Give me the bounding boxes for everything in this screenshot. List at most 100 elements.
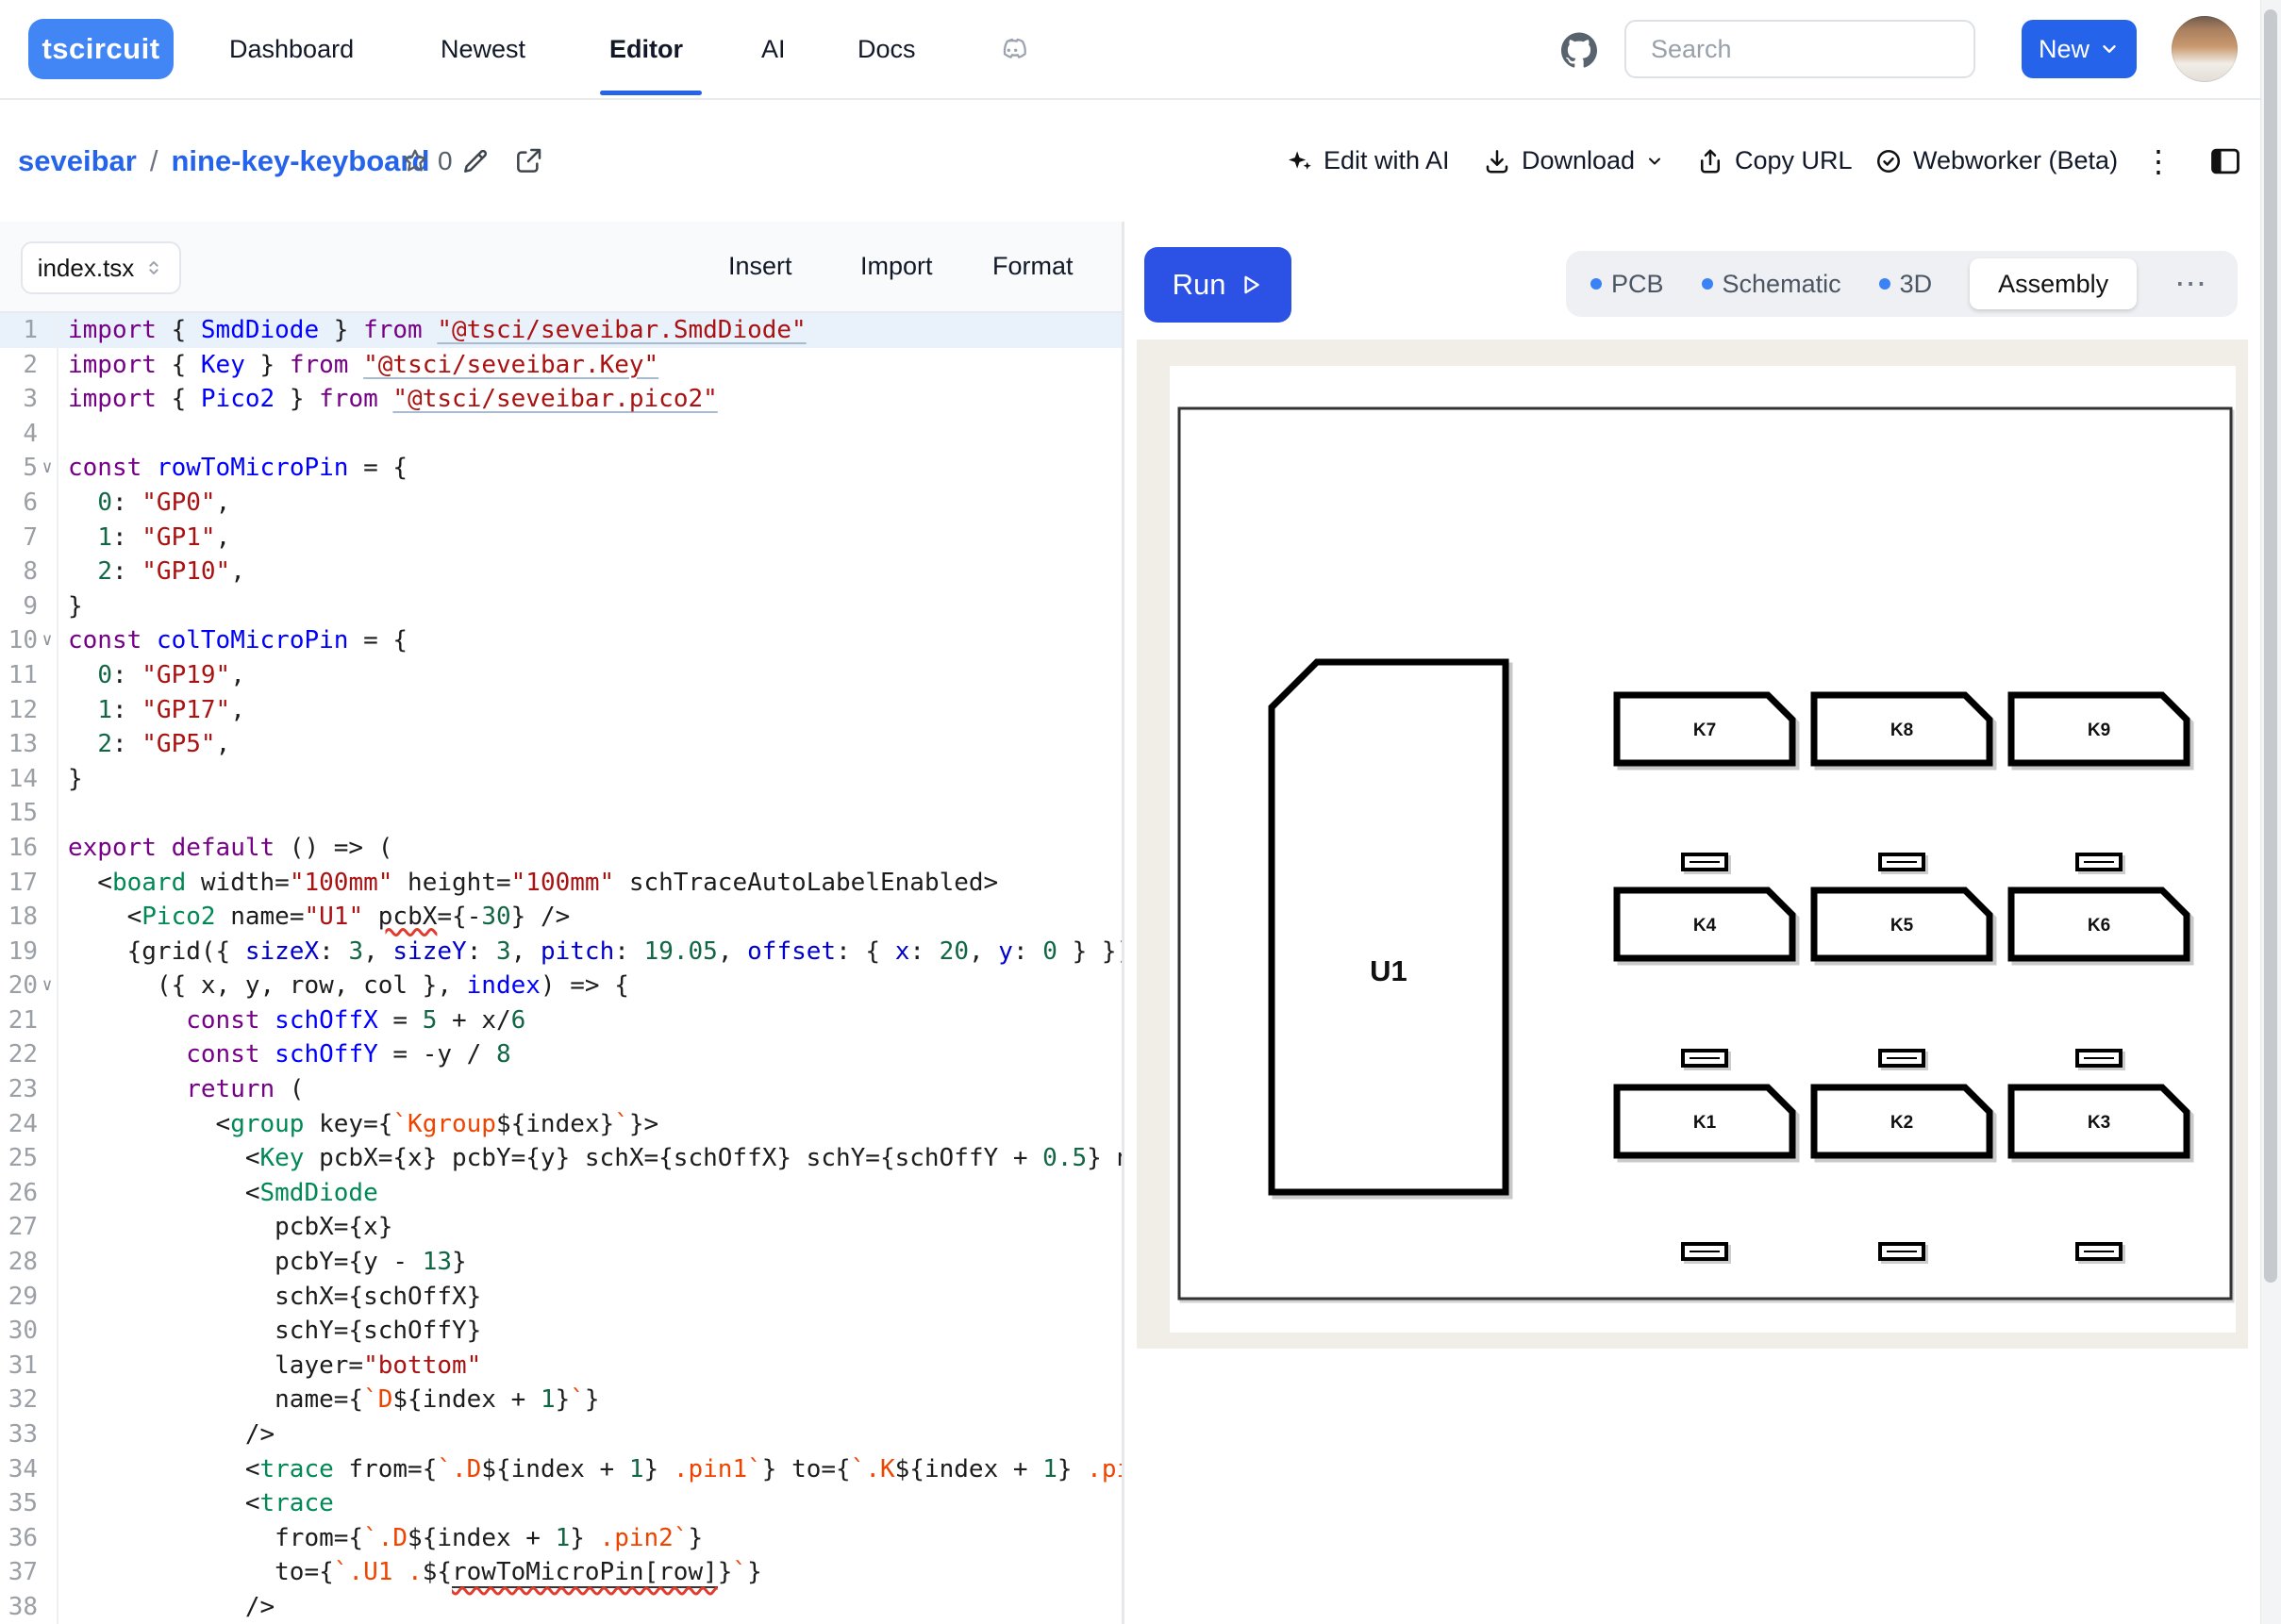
- run-button[interactable]: Run: [1144, 247, 1291, 323]
- edit-with-ai-label: Edit with AI: [1324, 146, 1450, 175]
- code-line[interactable]: 22 const schOffY = -y / 8: [0, 1037, 1122, 1072]
- code-line[interactable]: 12 1: "GP17",: [0, 693, 1122, 728]
- code-line[interactable]: 9}: [0, 589, 1122, 624]
- page-scrollbar-thumb[interactable]: [2264, 9, 2277, 1283]
- key-k3[interactable]: K3: [2011, 1087, 2187, 1155]
- code-line[interactable]: 27 pcbX={x}: [0, 1210, 1122, 1245]
- diode-d4[interactable]: [1683, 1051, 1726, 1066]
- code-line[interactable]: 2import { Key } from "@tsci/seveibar.Key…: [0, 348, 1122, 383]
- menu-import[interactable]: Import: [860, 222, 933, 311]
- key-k6[interactable]: K6: [2011, 890, 2187, 958]
- code-line[interactable]: 14}: [0, 762, 1122, 797]
- key-k9[interactable]: K9: [2011, 695, 2187, 763]
- component-u1[interactable]: U1: [1272, 662, 1506, 1192]
- edit-with-ai-button[interactable]: Edit with AI: [1285, 100, 1450, 222]
- code-line[interactable]: 6 0: "GP0",: [0, 486, 1122, 521]
- code-line[interactable]: 31 layer="bottom": [0, 1349, 1122, 1384]
- code-line[interactable]: 13 2: "GP5",: [0, 727, 1122, 762]
- key-k8[interactable]: K8: [1814, 695, 1990, 763]
- diode-d7[interactable]: [1683, 854, 1726, 870]
- code-line[interactable]: 24 <group key={`Kgroup${index}`}>: [0, 1107, 1122, 1142]
- chevron-down-icon: [1645, 152, 1664, 171]
- diode-d5[interactable]: [1880, 1051, 1923, 1066]
- code-line[interactable]: 33 />: [0, 1417, 1122, 1452]
- rename-button[interactable]: [460, 100, 491, 222]
- tscircuit-logo[interactable]: tscircuit: [28, 19, 174, 79]
- discord-icon[interactable]: [996, 34, 1028, 66]
- chevron-down-icon: [2099, 39, 2120, 59]
- download-button[interactable]: Download: [1483, 100, 1664, 222]
- nav-item-newest[interactable]: Newest: [441, 0, 525, 98]
- code-line[interactable]: 11 0: "GP19",: [0, 658, 1122, 693]
- code-line[interactable]: 35 <trace: [0, 1486, 1122, 1521]
- tab-assembly[interactable]: Assembly: [1970, 258, 2137, 309]
- more-views-icon[interactable]: [2174, 251, 2206, 317]
- key-k1[interactable]: K1: [1617, 1087, 1792, 1155]
- code-line[interactable]: 28 pcbY={y - 13}: [0, 1245, 1122, 1280]
- code-line[interactable]: 7 1: "GP1",: [0, 521, 1122, 555]
- download-label: Download: [1522, 146, 1635, 175]
- code-line[interactable]: 4: [0, 417, 1122, 452]
- search-input[interactable]: [1626, 22, 1973, 76]
- code-line[interactable]: 29 schX={schOffX}: [0, 1280, 1122, 1315]
- share-button[interactable]: [513, 100, 543, 222]
- new-button[interactable]: New: [2022, 20, 2137, 78]
- code-editor[interactable]: 1import { SmdDiode } from "@tsci/seveiba…: [0, 313, 1122, 1624]
- code-line[interactable]: 15: [0, 796, 1122, 831]
- nav-item-ai[interactable]: AI: [761, 0, 786, 98]
- diode-d3[interactable]: [2077, 1244, 2121, 1259]
- code-line[interactable]: 37 to={`.U1 .${rowToMicroPin[row]}`}: [0, 1555, 1122, 1590]
- diode-d2[interactable]: [1880, 1244, 1923, 1259]
- key-label: K8: [1890, 721, 1913, 740]
- code-line[interactable]: 16export default () => (: [0, 831, 1122, 866]
- code-line[interactable]: 32 name={`D${index + 1}`}: [0, 1383, 1122, 1417]
- code-line[interactable]: 1import { SmdDiode } from "@tsci/seveiba…: [0, 313, 1122, 348]
- more-actions-menu[interactable]: [2143, 100, 2173, 222]
- tab-3d[interactable]: 3D: [1879, 270, 1933, 299]
- diode-d1[interactable]: [1683, 1244, 1726, 1259]
- diode-d8[interactable]: [1880, 854, 1923, 870]
- key-k5[interactable]: K5: [1814, 890, 1990, 958]
- file-selector-label: index.tsx: [38, 254, 135, 283]
- github-icon[interactable]: [1561, 32, 1597, 68]
- menu-format[interactable]: Format: [992, 222, 1074, 311]
- code-line[interactable]: 34 <trace from={`.D${index + 1} .pin1`} …: [0, 1452, 1122, 1487]
- code-line[interactable]: 8 2: "GP10",: [0, 555, 1122, 589]
- copy-url-button[interactable]: Copy URL: [1696, 100, 1853, 222]
- page-scrollbar-track[interactable]: [2260, 0, 2281, 1624]
- user-avatar[interactable]: [2172, 16, 2238, 82]
- nav-item-dashboard[interactable]: Dashboard: [229, 0, 354, 98]
- menu-insert[interactable]: Insert: [728, 222, 792, 311]
- code-line[interactable]: 36 from={`.D${index + 1} .pin2`}: [0, 1521, 1122, 1556]
- key-k7[interactable]: K7: [1617, 695, 1792, 763]
- breadcrumb-owner-link[interactable]: seveibar: [18, 144, 137, 178]
- code-line[interactable]: 23 return (: [0, 1072, 1122, 1107]
- breadcrumb-package-link[interactable]: nine-key-keyboard: [171, 144, 429, 178]
- tab-pcb[interactable]: PCB: [1590, 270, 1664, 299]
- diode-d9[interactable]: [2077, 854, 2121, 870]
- key-k4[interactable]: K4: [1617, 890, 1792, 958]
- key-k2[interactable]: K2: [1814, 1087, 1990, 1155]
- code-line[interactable]: 19 {grid({ sizeX: 3, sizeY: 3, pitch: 19…: [0, 935, 1122, 969]
- code-line[interactable]: 3import { Pico2 } from "@tsci/seveibar.p…: [0, 382, 1122, 417]
- webworker-toggle[interactable]: Webworker (Beta): [1874, 100, 2118, 222]
- code-line[interactable]: 18 <Pico2 name="U1" pcbX={-30} />: [0, 900, 1122, 935]
- file-selector[interactable]: index.tsx: [21, 241, 181, 294]
- pane-divider[interactable]: [1122, 222, 1124, 1624]
- nav-item-docs[interactable]: Docs: [857, 0, 916, 98]
- code-line[interactable]: 21 const schOffX = 5 + x/6: [0, 1003, 1122, 1038]
- code-line[interactable]: 5∨const rowToMicroPin = {: [0, 451, 1122, 486]
- diode-d6[interactable]: [2077, 1051, 2121, 1066]
- tab-schematic[interactable]: Schematic: [1702, 270, 1841, 299]
- code-line[interactable]: 10∨const colToMicroPin = {: [0, 623, 1122, 658]
- code-line[interactable]: 20∨ ({ x, y, row, col }, index) => {: [0, 969, 1122, 1003]
- code-line[interactable]: 17 <board width="100mm" height="100mm" s…: [0, 866, 1122, 901]
- code-line[interactable]: 30 schY={schOffY}: [0, 1314, 1122, 1349]
- code-line[interactable]: 26 <SmdDiode: [0, 1176, 1122, 1211]
- assembly-canvas[interactable]: U1 K7: [1170, 366, 2236, 1333]
- code-line[interactable]: 25 <Key pcbX={x} pcbY={y} schX={schOffX}…: [0, 1141, 1122, 1176]
- nav-item-editor[interactable]: Editor: [609, 0, 683, 98]
- toggle-panel-button[interactable]: [2207, 100, 2243, 222]
- code-line[interactable]: 38 />: [0, 1590, 1122, 1624]
- star-button[interactable]: 0: [400, 100, 453, 222]
